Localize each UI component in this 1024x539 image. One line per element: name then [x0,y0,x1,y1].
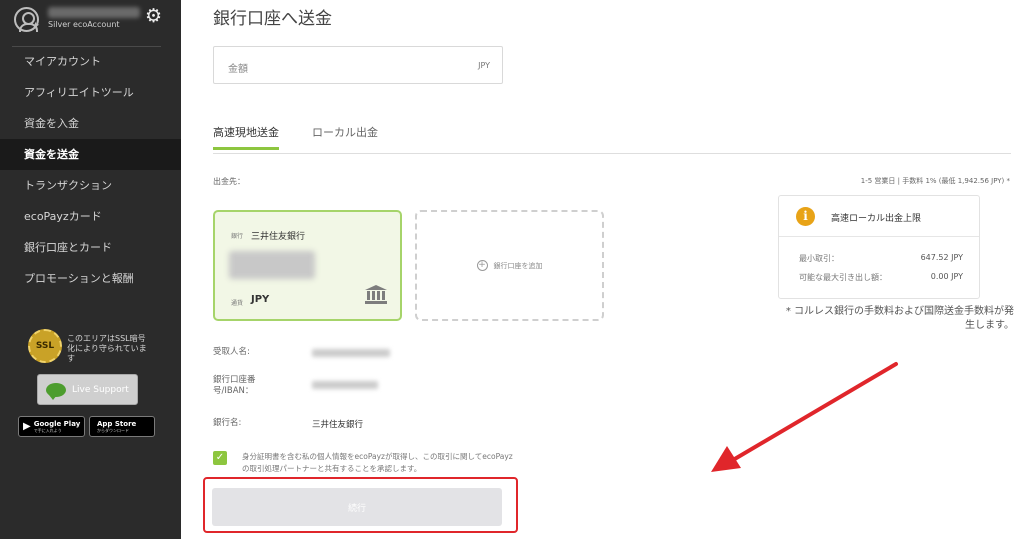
live-support-button[interactable]: Live Support [37,374,138,405]
account-number-label: 銀行口座番号/IBAN： [213,375,256,396]
ssl-seal-text: SSL [35,341,55,351]
consent-checkbox[interactable]: ✓ [213,451,227,465]
profile-header: ★ Silver ecoAccount ⚙ [0,0,181,46]
plus-icon: + [476,260,488,271]
annotation-arrow-icon [711,362,898,472]
destination-label: 出金先： [213,177,245,186]
live-support-label: Live Support [72,384,129,395]
limit-row-minimum: 最小取引： 647.52 JPY [799,253,963,264]
recipient-name-label: 受取人名: [213,347,250,357]
amount-placeholder: 金額 [228,64,248,75]
main-content: 銀行口座へ送金 金額 JPY 高速現地送金 ローカル出金 出金先： 1-5 営業… [181,0,1024,539]
bank-building-icon [365,285,387,304]
chat-bubble-icon [46,382,66,400]
star-icon: ★ [31,21,40,32]
info-icon: i [796,207,815,226]
username-redacted [48,7,140,18]
ssl-notice: このエリアはSSL暗号化により守られています [67,334,147,363]
amount-input[interactable]: 金額 JPY [213,46,503,84]
currency-kind-label: 通貨 [231,300,244,307]
bank-account-card[interactable]: 銀行 三井住友銀行 通貨 JPY [213,210,402,321]
tab-fast-local-transfer[interactable]: 高速現地送金 [213,124,279,150]
google-play-name: Google Play [33,420,81,428]
amount-currency: JPY [478,61,490,70]
limit-row-maximum: 可能な最大引き出し額： 0.00 JPY [799,272,963,283]
page-title: 銀行口座へ送金 [213,9,332,29]
continue-button[interactable]: 続行 [212,488,502,526]
limits-title: 高速ローカル出金上限 [831,214,922,224]
sidebar-item-send-money[interactable]: 資金を送金 [0,139,181,170]
bank-kind-label: 銀行 [231,233,244,240]
google-play-badge[interactable]: ▶ Google Play で手に入れよう [18,416,85,437]
sidebar-item-my-account[interactable]: マイアカウント [0,46,181,77]
account-type-label: Silver ecoAccount [48,20,120,29]
iban-redacted [312,381,378,389]
limits-header: i 高速ローカル出金上限 [779,196,979,237]
recipient-name-redacted [312,349,390,357]
tab-local-withdrawal[interactable]: ローカル出金 [312,124,378,149]
sidebar: ★ Silver ecoAccount ⚙ マイアカウント アフィリエイトツール… [0,0,181,539]
sidebar-item-promotions-rewards[interactable]: プロモーションと報酬 [0,263,181,294]
fee-info: 1-5 営業日 | 手数料 1% (最低 1,942.56 JPY) * [860,177,1010,185]
gear-icon[interactable]: ⚙ [145,7,162,26]
bank-currency: JPY [251,294,270,305]
sidebar-nav: マイアカウント アフィリエイトツール 資金を入金 資金を送金 トランザクション … [0,46,181,294]
app-store-name: App Store [97,420,137,428]
ssl-seal-icon: SSL [28,329,62,363]
sidebar-item-deposit[interactable]: 資金を入金 [0,108,181,139]
bank-name: 三井住友銀行 [251,232,306,242]
limit-max-value: 0.00 JPY [930,272,963,281]
google-play-sub: で手に入れよう [33,428,62,433]
limit-max-label: 可能な最大引き出し額： [799,273,887,282]
transfer-method-tabs: 高速現地送金 ローカル出金 [213,118,1011,154]
google-play-icon: ▶ [23,421,31,432]
account-number-redacted [229,251,315,279]
limit-min-label: 最小取引： [799,254,839,263]
bank-name-value: 三井住友銀行 [312,420,364,430]
sidebar-item-transactions[interactable]: トランザクション [0,170,181,201]
fee-note: * コルレス銀行の手数料および国際送金手数料が発生します。 [785,306,1014,331]
app-store-sub: からダウンロード [97,428,129,433]
bank-name-label: 銀行名: [213,418,242,428]
sidebar-item-ecopayz-card[interactable]: ecoPayzカード [0,201,181,232]
add-bank-account-button[interactable]: + 銀行口座を追加 [415,210,604,321]
limit-min-value: 647.52 JPY [920,253,963,262]
withdrawal-limits-panel: i 高速ローカル出金上限 最小取引： 647.52 JPY 可能な最大引き出し額… [778,195,980,299]
sidebar-item-bank-accounts-cards[interactable]: 銀行口座とカード [0,232,181,263]
sidebar-item-affiliate-tools[interactable]: アフィリエイトツール [0,77,181,108]
consent-text: 身分証明書を含む私の個人情報をecoPayzが取得し、この取引に関してecoPa… [242,452,513,473]
app-store-badge[interactable]: App Store からダウンロード [89,416,155,437]
add-bank-label: 銀行口座を追加 [493,261,543,270]
